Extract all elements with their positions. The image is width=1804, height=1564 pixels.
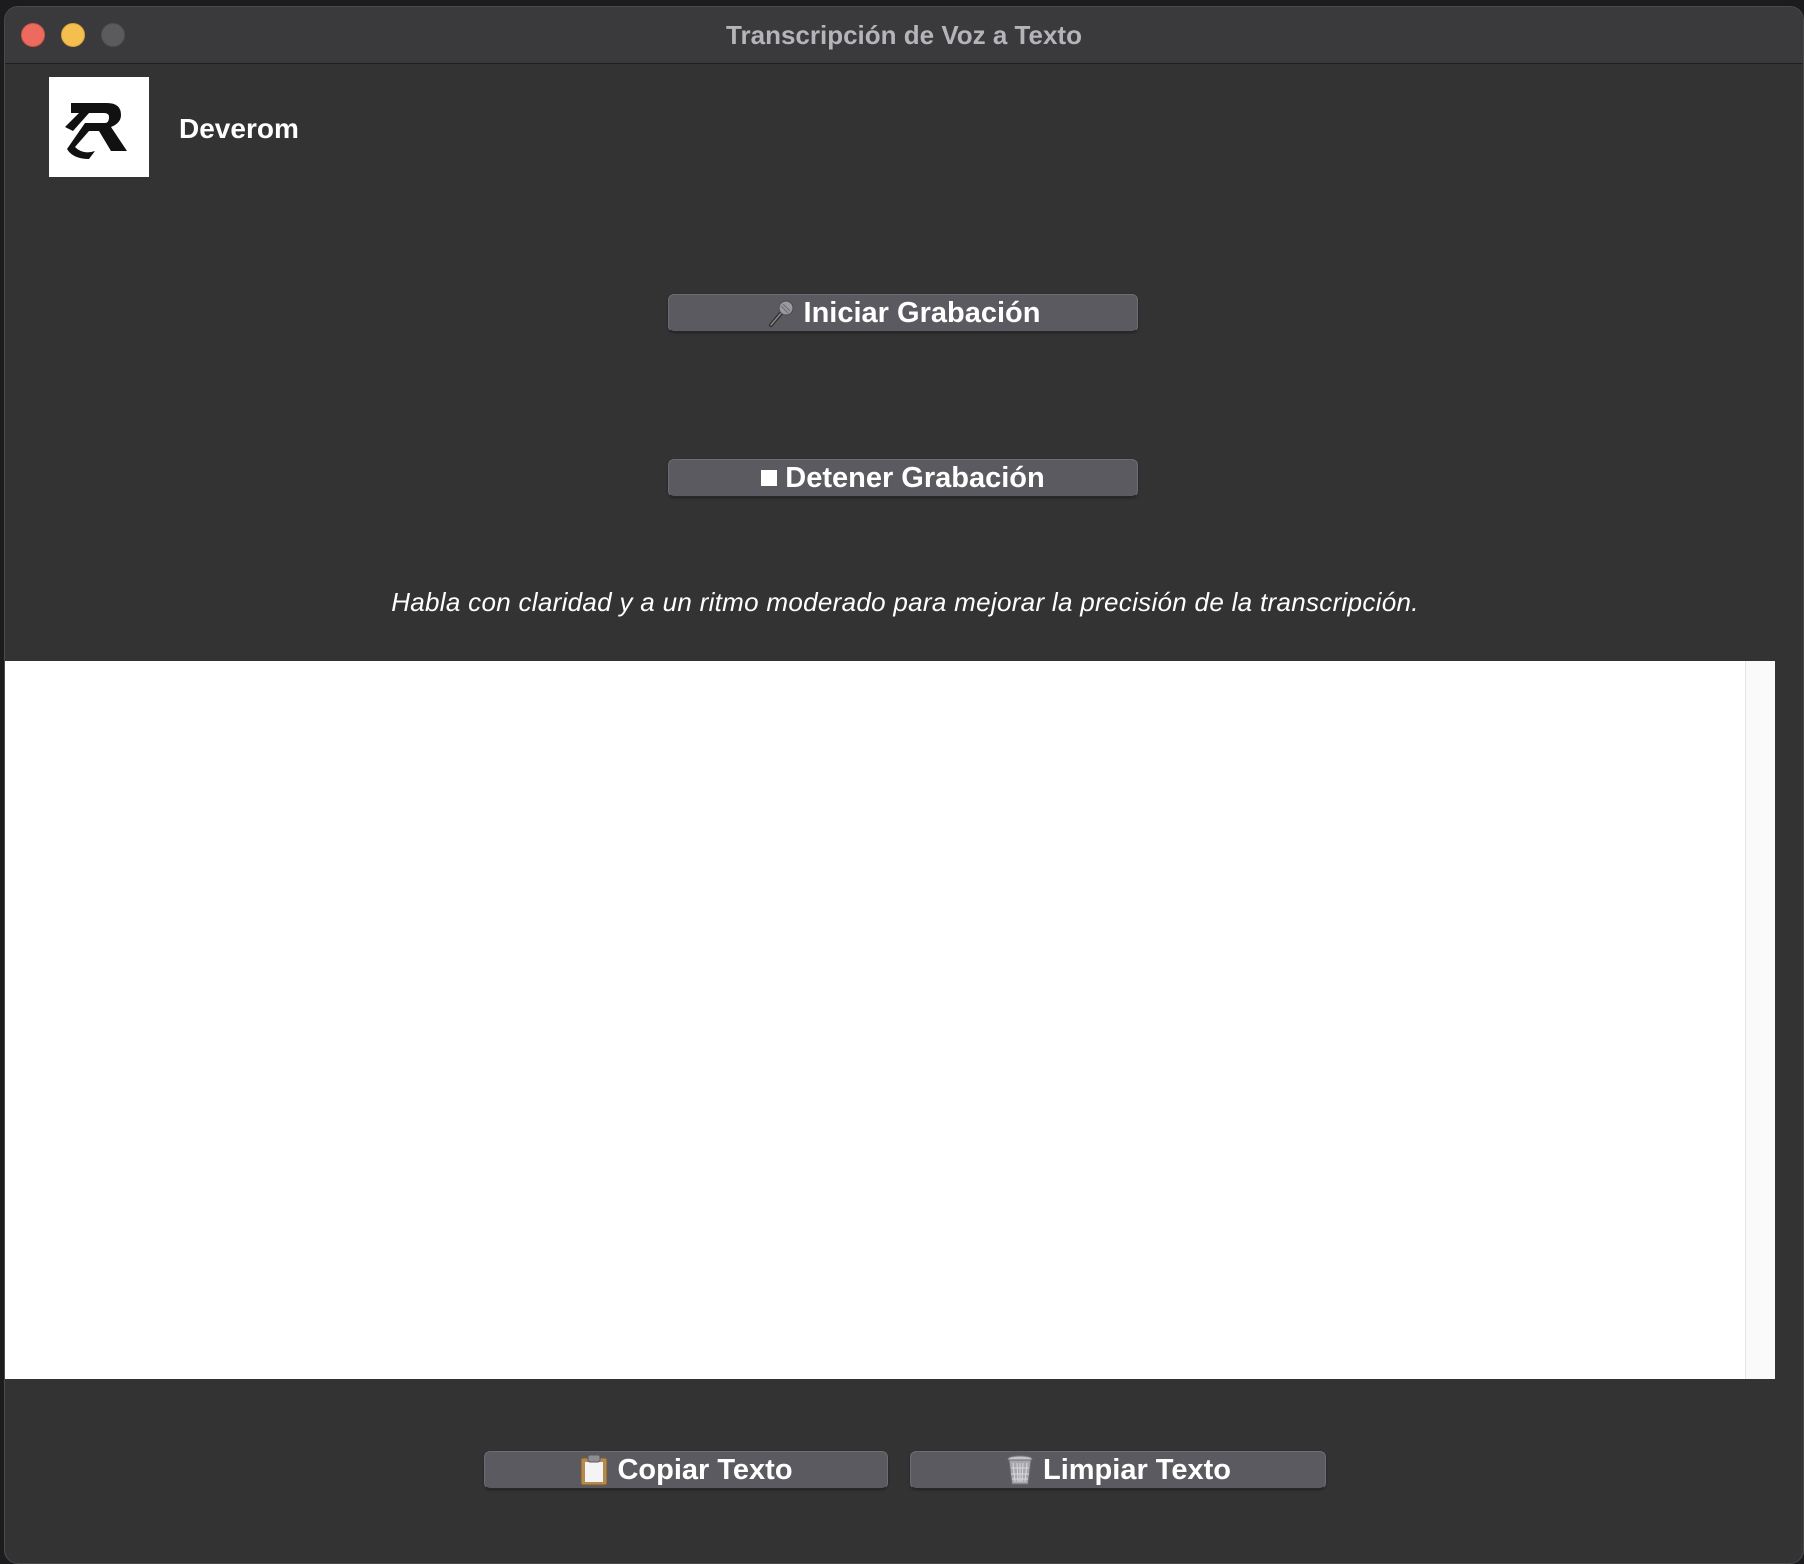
start-recording-label: Iniciar Grabación (803, 296, 1041, 329)
copy-text-button[interactable]: Copiar Texto (484, 1451, 888, 1489)
instruction-text: Habla con claridad y a un ritmo moderado… (391, 587, 1419, 617)
stop-square-icon (761, 470, 778, 486)
transcript-scrollbar[interactable] (1745, 661, 1775, 1379)
app-window: Transcripción de Voz a Texto Deverom Ini… (4, 6, 1804, 1564)
brand-logo (49, 77, 149, 177)
clear-text-button[interactable]: Limpiar Texto (910, 1451, 1326, 1489)
start-recording-button[interactable]: Iniciar Grabación (668, 294, 1138, 332)
clear-text-label: Limpiar Texto (1043, 1453, 1231, 1486)
window-title: Transcripción de Voz a Texto (726, 20, 1082, 50)
brand-name: Deverom (179, 113, 299, 144)
stop-recording-button[interactable]: Detener Grabación (668, 459, 1138, 497)
microphone-icon (766, 298, 796, 328)
transcript-textarea[interactable] (5, 661, 1745, 1379)
copy-text-label: Copiar Texto (617, 1453, 793, 1486)
title-bar[interactable]: Transcripción de Voz a Texto (5, 7, 1803, 64)
transcript-area (5, 661, 1775, 1379)
trash-icon (1005, 1454, 1035, 1486)
deverom-logo-icon (65, 103, 127, 159)
clipboard-icon (579, 1454, 609, 1486)
stop-recording-label: Detener Grabación (785, 461, 1045, 494)
